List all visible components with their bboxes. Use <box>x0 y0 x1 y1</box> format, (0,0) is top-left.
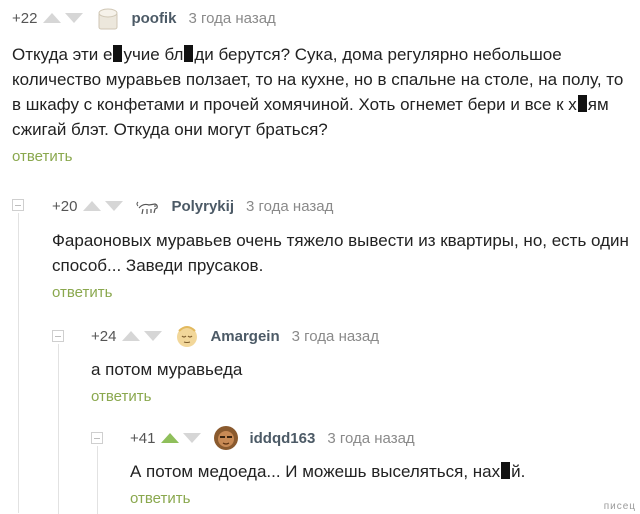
box-avatar-icon <box>98 8 118 30</box>
downvote-icon[interactable] <box>144 331 163 341</box>
downvote-icon[interactable] <box>105 201 124 211</box>
comment-text: а потом муравьеда <box>91 360 243 379</box>
avatar[interactable] <box>213 425 239 451</box>
face-photo-avatar-icon <box>214 426 239 450</box>
thread-branch-line <box>97 446 98 514</box>
comment-time: 3 года назад <box>246 197 334 215</box>
author-name[interactable]: iddqd163 <box>249 430 315 447</box>
comment-header: +24 Amargein 3 года назад <box>91 324 631 348</box>
comment: +22 poofik 3 года назад Откуда эти е учие… <box>12 6 632 166</box>
comment: +24 Amargein 3 года назад а потом муравь… <box>91 324 631 406</box>
collapse-toggle[interactable] <box>52 330 64 342</box>
comment-text: А потом медоеда... И можешь выселяться, … <box>130 462 526 481</box>
comment-time: 3 года назад <box>188 9 276 27</box>
comment-rating: +41 <box>130 429 156 447</box>
dog-sketch-avatar-icon <box>136 201 159 215</box>
upvote-icon[interactable] <box>122 331 141 341</box>
comment-text: Фараоновых муравьев очень тяжело вывести… <box>52 231 629 275</box>
upvote-icon[interactable] <box>83 201 102 211</box>
comment-rating: +20 <box>52 197 78 215</box>
reply-link[interactable]: ответить <box>52 284 112 301</box>
collapse-toggle[interactable] <box>12 199 24 211</box>
comment-time: 3 года назад <box>327 429 415 447</box>
upvote-icon[interactable] <box>43 13 62 23</box>
downvote-icon[interactable] <box>65 13 84 23</box>
comment-header: +20 Polyrykij 3 года назад <box>52 194 632 218</box>
comment-header: +41 iddqd163 3 года назад <box>130 426 630 450</box>
author-name[interactable]: Polyrykij <box>171 198 234 215</box>
avatar[interactable] <box>95 5 121 31</box>
thread-branch-line <box>58 344 59 514</box>
thread-branch-line <box>18 213 19 513</box>
censor-block <box>501 462 511 479</box>
watermark: писец <box>603 501 636 512</box>
author-name[interactable]: Amargein <box>210 328 279 345</box>
reply-link[interactable]: ответить <box>12 148 72 165</box>
comment-header: +22 poofik 3 года назад <box>12 6 632 30</box>
avatar[interactable] <box>174 323 200 349</box>
collapse-toggle[interactable] <box>91 432 103 444</box>
comment-rating: +22 <box>12 9 38 27</box>
comment-text: Откуда эти е учие бл ди берутся? Сука, дом… <box>12 45 624 139</box>
downvote-icon[interactable] <box>183 433 202 443</box>
reply-link[interactable]: ответить <box>91 388 151 405</box>
upvote-icon[interactable] <box>161 433 180 443</box>
censor-block <box>184 45 194 62</box>
comment-time: 3 года назад <box>291 327 379 345</box>
comment: +41 iddqd163 3 года назад А потом медоед… <box>130 426 630 508</box>
censor-block <box>577 95 587 112</box>
comment: +20 Polyrykij 3 года назад Фараоновых му… <box>52 194 632 302</box>
comment-rating: +24 <box>91 327 117 345</box>
avatar[interactable] <box>135 193 161 219</box>
sleeping-face-avatar-icon <box>177 326 198 347</box>
author-name[interactable]: poofik <box>131 10 176 27</box>
reply-link[interactable]: ответить <box>130 490 190 507</box>
censor-block <box>113 45 123 62</box>
